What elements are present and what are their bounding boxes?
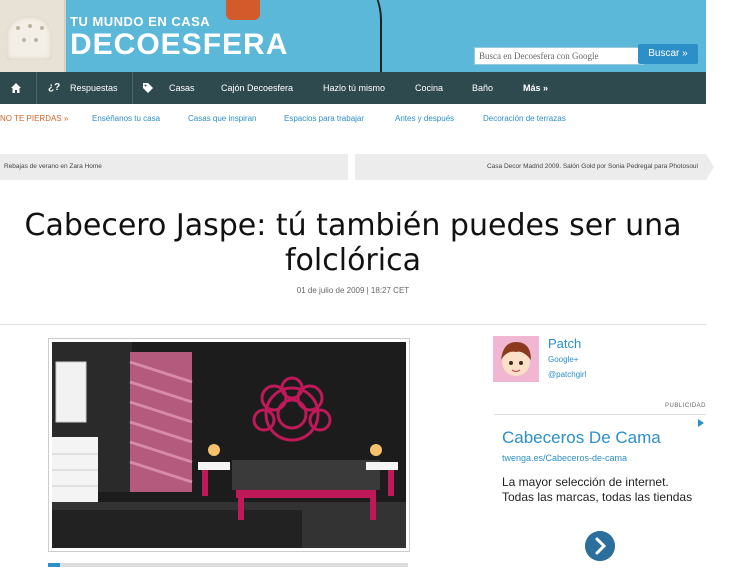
author-avatar[interactable] bbox=[493, 336, 539, 382]
ad-url[interactable]: twenga.es/Cabeceros-de-cama bbox=[502, 453, 627, 463]
ad-box[interactable]: Cabeceros De Cama twenga.es/Cabeceros-de… bbox=[494, 414, 706, 568]
gallery-active-thumb[interactable] bbox=[48, 563, 60, 567]
bedroom-photo[interactable] bbox=[52, 342, 406, 548]
site-logo[interactable]: DECOESFERA bbox=[70, 28, 288, 62]
previous-post-link[interactable]: Rebajas de verano en Zara Home bbox=[0, 154, 348, 180]
lamp-illustration bbox=[226, 0, 260, 20]
site-header: TU MUNDO EN CASA DECOESFERA Busca en Dec… bbox=[0, 0, 706, 72]
nav-item-cocina[interactable]: Cocina bbox=[415, 72, 443, 104]
next-post-title: Casa Decor Madrid 2009. Salón Gold por S… bbox=[486, 163, 698, 170]
site-tagline: TU MUNDO EN CASA bbox=[70, 14, 211, 29]
ad-title[interactable]: Cabeceros De Cama bbox=[502, 428, 661, 448]
home-icon[interactable] bbox=[10, 82, 22, 94]
author-twitter-link[interactable]: @patchgirl bbox=[548, 370, 586, 379]
article-date: 01 de julio de 2009 | 18:27 CET bbox=[296, 286, 410, 295]
nav-item-respuestas[interactable]: Respuestas bbox=[70, 72, 118, 104]
ad-text: La mayor selección de internet. Todas la… bbox=[502, 475, 693, 504]
question-icon: ¿? bbox=[48, 82, 61, 93]
link-espacios-para-trabajar[interactable]: Espacios para trabajar bbox=[284, 114, 364, 123]
sofa-illustration bbox=[0, 0, 66, 72]
nav-item-bano[interactable]: Baño bbox=[472, 72, 493, 104]
article-title-line2: folclórica bbox=[285, 243, 421, 278]
nav-item-hazlo-tu-mismo[interactable]: Hazlo tú mismo bbox=[323, 72, 385, 104]
article-title-line1: Cabecero Jaspe: tú también puedes ser un… bbox=[24, 208, 682, 243]
ad-label: PUBLICIDAD bbox=[664, 403, 706, 409]
search-input[interactable]: Busca en Decoesfera con Google bbox=[474, 47, 644, 65]
nav-item-mas[interactable]: Más » bbox=[523, 72, 548, 104]
previous-post-title: Rebajas de verano en Zara Home bbox=[4, 163, 102, 170]
next-post-link[interactable]: Casa Decor Madrid 2009. Salón Gold por S… bbox=[355, 154, 714, 180]
link-casas-que-inspiran[interactable]: Casas que inspiran bbox=[188, 114, 256, 123]
article-title: Cabecero Jaspe: tú también puedes ser un… bbox=[0, 208, 706, 278]
nav-item-casas[interactable]: Casas bbox=[169, 72, 195, 104]
no-te-pierdas-label: NO TE PIERDAS » bbox=[0, 114, 69, 123]
author-name[interactable]: Patch bbox=[548, 336, 581, 351]
adchoices-icon[interactable] bbox=[696, 418, 706, 428]
link-ensenanos-tu-casa[interactable]: Enséñanos tu casa bbox=[92, 114, 160, 123]
gallery-thumbnail-strip[interactable] bbox=[48, 563, 408, 567]
search-button[interactable]: Buscar » bbox=[638, 44, 698, 64]
link-antes-y-despues[interactable]: Antes y después bbox=[395, 114, 454, 123]
next-arrow-icon bbox=[706, 154, 714, 180]
article-image-frame bbox=[48, 338, 410, 552]
lamp-arc-decoration bbox=[290, 0, 382, 72]
link-decoracion-de-terrazas[interactable]: Decoración de terrazas bbox=[483, 114, 566, 123]
main-nav: ¿? Respuestas Casas Cajón Decoesfera Haz… bbox=[0, 72, 706, 104]
divider bbox=[0, 324, 706, 325]
author-google-plus-link[interactable]: Google+ bbox=[548, 355, 578, 364]
tag-icon bbox=[143, 83, 153, 93]
nav-item-cajon-decoesfera[interactable]: Cajón Decoesfera bbox=[221, 72, 293, 104]
ad-go-arrow-icon[interactable] bbox=[585, 531, 615, 561]
